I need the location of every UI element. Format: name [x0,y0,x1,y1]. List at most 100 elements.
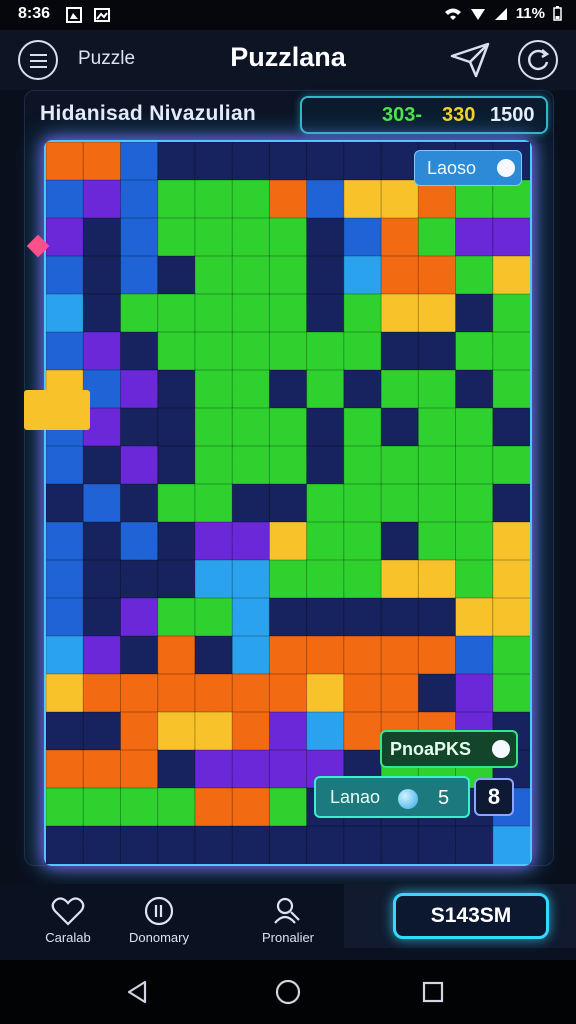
puzzle-piece[interactable] [231,673,271,713]
puzzle-piece[interactable] [306,369,345,409]
puzzle-piece[interactable] [120,787,159,827]
puzzle-piece[interactable] [417,255,457,295]
menu-icon-line [30,54,47,56]
puzzle-piece[interactable] [268,179,308,219]
puzzle-piece[interactable] [455,217,494,257]
puzzle-piece[interactable] [231,597,271,637]
puzzle-piece[interactable] [46,179,85,219]
puzzle-piece[interactable] [82,825,122,864]
puzzle-piece[interactable] [268,787,308,827]
puzzle-piece[interactable] [455,445,494,485]
puzzle-piece[interactable] [417,635,457,675]
score-bonus: 330 [442,104,476,126]
puzzle-piece[interactable] [268,407,308,447]
puzzle-piece[interactable] [82,521,122,561]
puzzle-piece[interactable] [417,483,457,523]
puzzle-piece[interactable] [82,749,122,789]
puzzle-piece[interactable] [380,521,420,561]
level-chip[interactable]: Lanao 5 [314,776,470,818]
puzzle-piece[interactable] [492,293,530,333]
recents-icon[interactable] [422,981,444,1003]
puzzle-piece[interactable] [231,825,271,864]
puzzle-piece[interactable] [380,293,420,333]
moves-counter-value: 8 [487,784,501,809]
puzzle-piece[interactable] [492,407,530,447]
puzzle-piece[interactable] [157,217,196,257]
puzzle-piece[interactable] [492,217,530,257]
play-button[interactable]: S143SM [393,893,549,939]
puzzle-piece[interactable] [157,749,196,789]
puzzle-piece[interactable] [157,293,196,333]
puzzle-piece[interactable] [492,559,530,599]
puzzle-piece[interactable] [268,635,308,675]
puzzle-piece[interactable] [268,559,308,599]
puzzle-piece[interactable] [157,521,196,561]
puzzle-piece[interactable] [231,142,271,181]
puzzle-piece[interactable] [157,825,196,864]
puzzle-piece[interactable] [120,255,159,295]
gallery-notification-icon [66,7,82,23]
hint-chip[interactable]: Laoso [414,150,522,186]
puzzle-piece[interactable] [120,331,159,371]
puzzle-piece[interactable] [231,217,271,257]
puzzle-piece[interactable] [343,559,382,599]
puzzle-piece[interactable] [492,521,530,561]
puzzle-piece[interactable] [306,825,345,864]
puzzle-piece[interactable] [455,369,494,409]
puzzle-piece[interactable] [455,597,494,637]
puzzle-piece[interactable] [343,483,382,523]
puzzle-piece[interactable] [194,483,234,523]
puzzle-piece[interactable] [46,559,85,599]
nav-item-pronalier[interactable]: Pronalier [250,896,326,945]
puzzle-piece[interactable] [306,597,345,637]
puzzle-piece[interactable] [343,711,382,751]
puzzle-piece[interactable] [306,142,345,181]
puzzle-piece[interactable] [194,711,234,751]
puzzle-piece[interactable] [380,673,420,713]
puzzle-piece[interactable] [194,407,234,447]
puzzle-piece[interactable] [82,597,122,637]
puzzle-piece[interactable] [492,673,530,713]
puzzle-piece[interactable] [455,673,494,713]
powerups-chip-label: PnoaPKS [390,738,472,759]
puzzle-piece[interactable] [82,142,122,181]
puzzle-piece[interactable] [194,179,234,219]
puzzle-piece[interactable] [417,407,457,447]
menu-button[interactable] [18,40,58,80]
puzzle-piece[interactable] [380,445,420,485]
puzzle-piece[interactable] [455,825,494,864]
puzzle-piece[interactable] [120,559,159,599]
home-icon[interactable] [275,979,301,1005]
back-icon[interactable] [126,980,148,1004]
puzzle-piece[interactable] [306,293,345,333]
signal-strength-icon [470,8,485,20]
puzzle-piece[interactable] [231,369,271,409]
loose-puzzle-piece[interactable] [24,390,90,430]
puzzle-piece[interactable] [343,331,382,371]
puzzle-piece[interactable] [194,635,234,675]
puzzle-piece[interactable] [157,445,196,485]
puzzle-piece[interactable] [82,293,122,333]
puzzle-piece[interactable] [492,331,530,371]
nav-item-donomary[interactable]: Donomary [124,896,194,945]
puzzle-piece[interactable] [343,255,382,295]
puzzle-piece[interactable] [380,217,420,257]
puzzle-piece[interactable] [46,787,85,827]
puzzle-piece[interactable] [46,635,85,675]
puzzle-piece[interactable] [120,711,159,751]
send-icon[interactable] [448,40,492,80]
puzzle-piece[interactable] [46,331,85,371]
puzzle-piece[interactable] [380,825,420,864]
puzzle-piece[interactable] [492,635,530,675]
puzzle-piece[interactable] [306,521,345,561]
puzzle-piece[interactable] [194,255,234,295]
refresh-button[interactable] [518,40,558,80]
puzzle-piece[interactable] [231,445,271,485]
puzzle-piece[interactable] [120,483,159,523]
powerups-chip[interactable]: PnoaPKS [380,730,518,768]
puzzle-piece[interactable] [268,331,308,371]
nav-item-caralab[interactable]: Caralab [36,896,100,945]
puzzle-piece[interactable] [492,825,530,864]
puzzle-piece[interactable] [492,445,530,485]
puzzle-piece[interactable] [157,673,196,713]
